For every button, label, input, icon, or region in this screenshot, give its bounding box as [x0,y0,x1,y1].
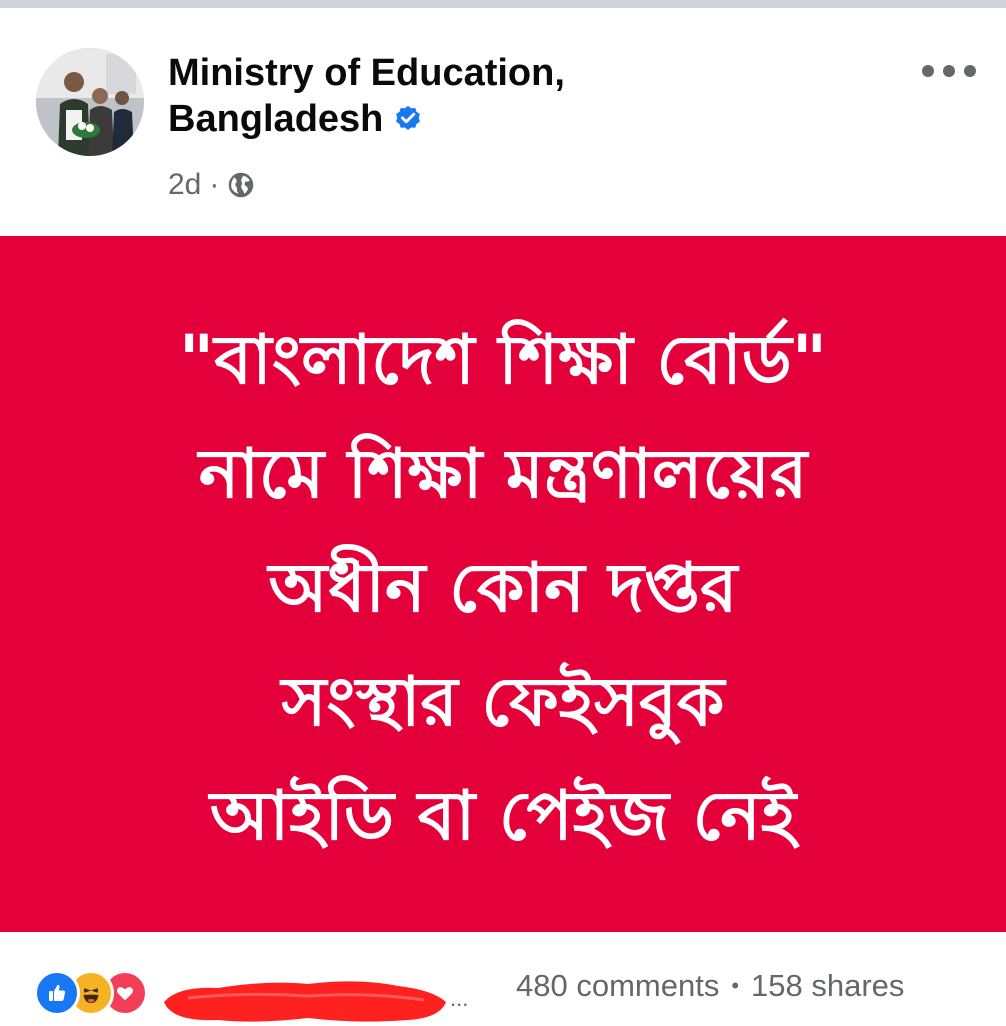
author-name[interactable]: Ministry of Education, Bangladesh [168,50,768,142]
post-time[interactable]: 2d [168,168,201,202]
verified-badge-icon [396,105,421,130]
post-image-text: "বাংলাদেশ শিক্ষা বোর্ড" নামে শিক্ষা মন্ত… [53,304,953,874]
more-dot [964,65,976,77]
author-avatar[interactable] [36,48,144,156]
author-name-line1: Ministry of Education, [168,52,565,94]
redacted-reactor-names [164,981,446,1022]
more-options-icon[interactable] [922,58,976,84]
engagement-counts: 480 comments • 158 shares [516,968,904,1004]
author-name-line2-wrap: Bangladesh [168,96,423,142]
reaction-summary[interactable] [34,970,148,1016]
image-text-line: সংস্থার ফেইসবুক [281,663,725,742]
image-text-line: আইডি বা পেইজ নেই [209,777,797,856]
post-meta: 2d · [168,168,255,202]
feed-divider [0,0,1006,8]
heart-glyph [116,987,134,1001]
profile-photo-icon [36,48,144,156]
more-dot [922,65,934,77]
laughing-face-glyph [83,988,99,1003]
author-name-line2: Bangladesh [168,98,384,140]
image-text-line: নামে শিক্ষা মন্ত্রণালয়ের [198,435,808,514]
comments-count[interactable]: 480 comments [516,968,719,1004]
meta-separator: · [209,168,220,201]
image-text-line: অধীন কোন দপ্তর [268,549,738,628]
reactor-names-ellipsis: ... [450,986,469,1011]
thumbs-up-glyph [49,984,66,1001]
post-header: Ministry of Education, Bangladesh 2d · [0,8,1006,236]
post-image[interactable]: "বাংলাদেশ শিক্ষা বোর্ড" নামে শিক্ষা মন্ত… [0,236,1006,932]
globe-icon [229,172,254,198]
shares-count[interactable]: 158 shares [751,968,904,1004]
counts-separator: • [731,973,740,998]
image-text-line: "বাংলাদেশ শিক্ষা বোর্ড" [178,321,828,400]
more-dot [943,65,955,77]
like-icon [34,970,80,1016]
